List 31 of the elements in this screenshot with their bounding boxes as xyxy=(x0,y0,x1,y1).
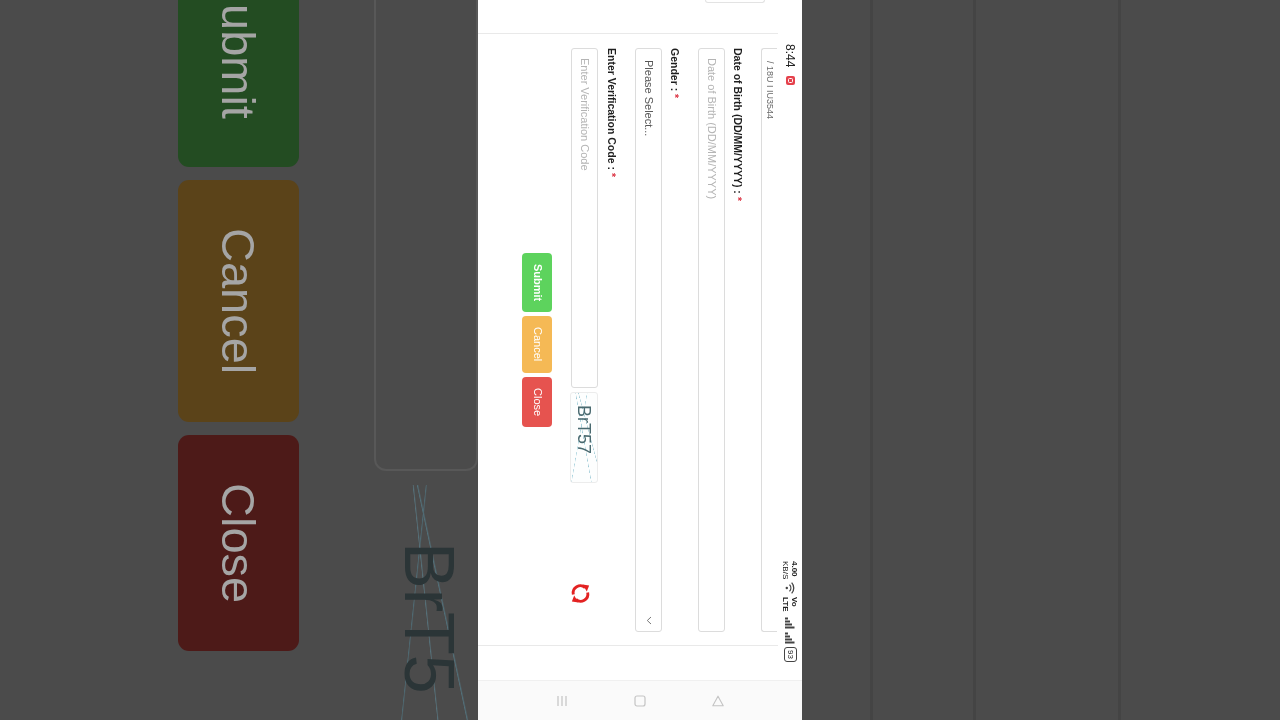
speed-unit: KB/S xyxy=(781,560,790,580)
clock-time: 8:44 xyxy=(783,44,797,68)
network-type: Vo LTE xyxy=(781,597,799,614)
required-mark: * xyxy=(605,172,619,178)
field-label: Gender : xyxy=(669,48,681,92)
network-speed: 4.00 xyxy=(790,560,799,579)
refresh-icon[interactable] xyxy=(569,582,592,605)
wifi-icon xyxy=(785,582,795,595)
close-button[interactable]: Close xyxy=(522,376,552,427)
blurred-tile: ubmit xyxy=(178,0,299,167)
blurred-tile: Close xyxy=(178,434,299,651)
input-field[interactable]: Date of Birth (DD/MM/YYYY) xyxy=(698,48,725,632)
captcha-image: BrT57 xyxy=(570,392,598,483)
required-mark: * xyxy=(731,196,745,201)
field-label: Enter Verification Code : xyxy=(606,48,618,170)
cancel-button[interactable]: Cancel xyxy=(522,316,552,373)
required-mark: * xyxy=(668,94,682,99)
chevron-icon xyxy=(645,616,652,625)
field-label: Date of Birth (DD/MM/YYYY) : xyxy=(732,48,744,194)
signal-icon xyxy=(785,617,795,630)
submit-button[interactable]: Submit xyxy=(522,253,552,313)
input-field[interactable]: / 18U I IU3544 xyxy=(761,48,777,632)
square-icon[interactable] xyxy=(634,694,646,707)
select-field[interactable]: Please Select... xyxy=(635,48,662,632)
battery-indicator: 93 xyxy=(783,647,797,662)
notification-icon xyxy=(785,76,795,86)
bars-icon[interactable] xyxy=(556,694,568,707)
triangle-icon[interactable] xyxy=(712,694,724,707)
signal-icon xyxy=(785,632,795,645)
input-field[interactable]: Enter Verification Code xyxy=(571,48,598,388)
blurred-tile: Cancel xyxy=(178,179,299,422)
